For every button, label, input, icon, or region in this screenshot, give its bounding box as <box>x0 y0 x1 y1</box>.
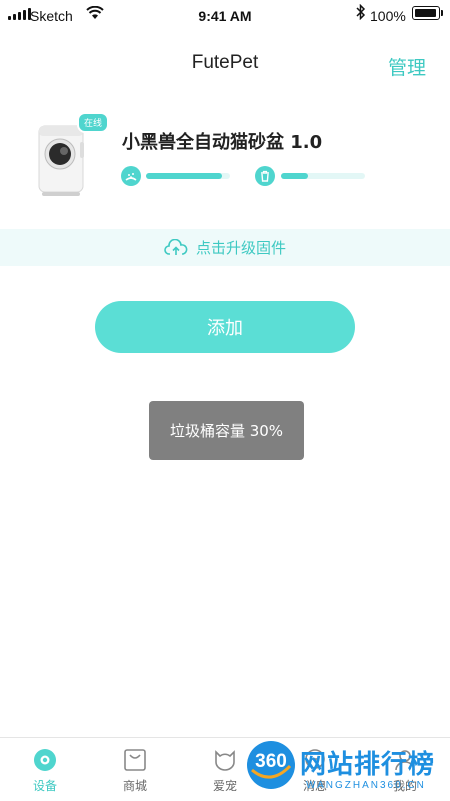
tab-device[interactable]: 设备 <box>0 738 90 801</box>
trash-level-fill <box>281 173 308 179</box>
firmware-label: 点击升级固件 <box>195 239 286 257</box>
tab-shop[interactable]: 商城 <box>90 738 180 801</box>
tab-label: 设备 <box>32 779 57 793</box>
watermark: 360 网站排行榜 WANGZHAN360.CN <box>246 740 450 800</box>
bluetooth-icon <box>356 4 366 20</box>
pet-icon <box>215 750 235 771</box>
watermark-subtitle: WANGZHAN360.CN <box>306 780 426 791</box>
page-title: FutePet <box>191 52 259 73</box>
manage-button[interactable]: 管理 <box>388 53 426 80</box>
litter-level-fill <box>146 173 222 179</box>
add-device-button[interactable]: 添加 <box>95 301 355 353</box>
watermark-title: 网站排行榜 <box>300 750 436 780</box>
device-name: 小黑兽全自动猫砂盆 1.0 <box>122 132 323 153</box>
trash-level-bar <box>281 173 365 179</box>
watermark-badge-text: 360 <box>255 751 287 772</box>
litter-level-bar <box>146 173 230 179</box>
litter-icon <box>121 166 141 186</box>
battery-icon <box>412 6 443 20</box>
online-badge: 在线 <box>77 112 110 133</box>
tab-label: 爱宠 <box>212 779 237 793</box>
firmware-upgrade-link[interactable]: 点击升级固件 <box>0 229 450 266</box>
battery-percent: 100% <box>370 8 406 24</box>
tab-label: 商城 <box>122 779 147 793</box>
device-icon <box>34 749 56 771</box>
toast-message: 垃圾桶容量 30% <box>149 401 304 460</box>
shop-bag-icon <box>124 749 146 771</box>
cloud-upload-icon <box>164 238 188 255</box>
trash-bin-icon <box>255 166 275 186</box>
device-card[interactable]: 在线 小黑兽全自动猫砂盆 1.0 <box>0 100 450 220</box>
status-bar: Sketch 9:41 AM 100% <box>0 0 450 34</box>
